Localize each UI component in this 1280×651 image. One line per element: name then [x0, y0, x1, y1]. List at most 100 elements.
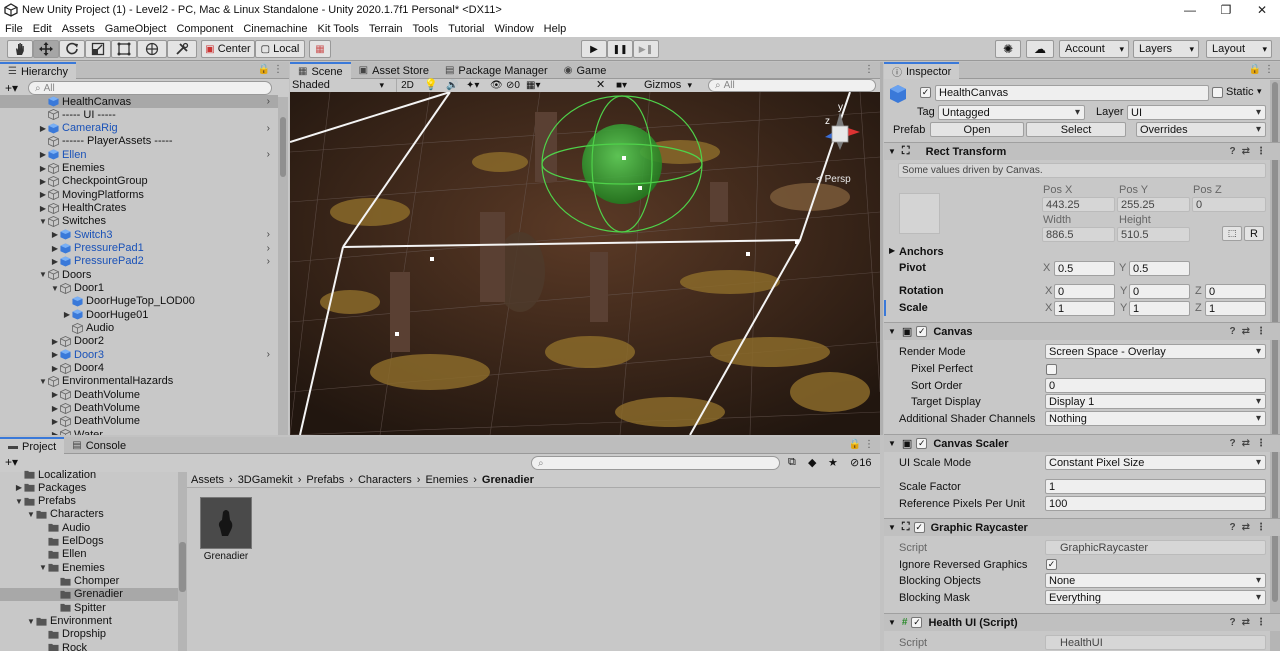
project-search-input[interactable]: ⌕ — [531, 456, 780, 470]
expand-right-icon[interactable]: ▶ — [38, 124, 48, 133]
menu-assets[interactable]: Assets — [57, 23, 100, 35]
hierarchy-scroll-thumb[interactable] — [280, 117, 286, 177]
hierarchy-item[interactable]: ▶ DeathVolume — [0, 402, 278, 415]
scene-search-input[interactable]: ⌕ All — [708, 79, 876, 92]
project-folder-item[interactable]: Chomper — [0, 575, 178, 588]
inspector-scrollbar[interactable] — [1270, 80, 1280, 651]
scene-viewport[interactable]: y z < Persp — [290, 92, 880, 435]
cloud-button[interactable]: ☁ — [1026, 40, 1054, 58]
project-folder-item[interactable]: ▶ Packages — [0, 481, 178, 494]
hierarchy-item[interactable]: DoorHugeTop_LOD00 — [0, 295, 278, 308]
project-folder-item[interactable]: ▼ Environment — [0, 615, 178, 628]
expand-right-icon[interactable]: ▶ — [50, 257, 60, 266]
render-mode-dropdown[interactable]: Screen Space - Overlay — [1045, 344, 1266, 359]
posz-field[interactable]: 0 — [1192, 197, 1266, 212]
breadcrumb-3dgamekit[interactable]: 3DGamekit — [238, 474, 293, 486]
project-folder-item[interactable]: ▼ Prefabs — [0, 495, 178, 508]
expand-right-icon[interactable]: ▶ — [38, 190, 48, 199]
hierarchy-search-input[interactable]: ⌕ All — [28, 81, 273, 95]
play-button[interactable]: ▶ — [581, 40, 607, 58]
rect-tool-button[interactable] — [111, 40, 137, 58]
raycaster-script-field[interactable]: GraphicRaycaster — [1045, 540, 1266, 555]
blocking-mask-dropdown[interactable]: Everything — [1045, 590, 1266, 605]
ref-ppu-field[interactable]: 100 — [1045, 496, 1266, 511]
health-ui-script-field[interactable]: HealthUI — [1045, 635, 1266, 650]
project-folder-item[interactable]: Ellen — [0, 548, 178, 561]
health-ui-enabled-checkbox[interactable]: ✓ — [911, 617, 923, 628]
raycaster-enabled-checkbox[interactable]: ✓ — [913, 522, 925, 533]
target-display-dropdown[interactable]: Display 1 — [1045, 394, 1266, 409]
project-folder-item[interactable]: ▼ Enemies — [0, 561, 178, 574]
expand-right-icon[interactable]: ▶ — [38, 150, 48, 159]
panel-menu-icon[interactable]: ⋮ — [864, 64, 874, 75]
close-button[interactable]: ✕ — [1244, 0, 1280, 20]
hierarchy-item[interactable]: ▶ DeathVolume — [0, 415, 278, 428]
favorites-icon[interactable]: ★ — [828, 456, 838, 469]
prefab-overrides-dropdown[interactable]: Overrides — [1136, 122, 1266, 137]
expand-right-icon[interactable]: ▶ — [50, 244, 60, 253]
scale-x-field[interactable]: 1 — [1054, 301, 1115, 316]
tag-dropdown[interactable]: Untagged — [938, 105, 1085, 120]
expand-right-icon[interactable]: ▶ — [50, 337, 60, 346]
tab-console[interactable]: ▤ Console — [64, 437, 134, 454]
breadcrumb-characters[interactable]: Characters — [358, 474, 412, 486]
account-dropdown[interactable]: Account ▾ — [1059, 40, 1129, 58]
persp-label[interactable]: < Persp — [816, 174, 851, 185]
open-prefab-chevron-icon[interactable]: › — [267, 243, 270, 254]
ui-scale-mode-dropdown[interactable]: Constant Pixel Size — [1045, 455, 1266, 470]
tab-asset-store[interactable]: ▣ Asset Store — [351, 62, 437, 79]
hierarchy-item[interactable]: ▶ PressurePad2 › — [0, 255, 278, 268]
scale-y-field[interactable]: 1 — [1129, 301, 1190, 316]
2d-toggle[interactable]: 2D — [396, 79, 418, 92]
asset-label-grenadier[interactable]: Grenadier — [196, 551, 256, 562]
menu-tutorial[interactable]: Tutorial — [443, 23, 489, 35]
raw-edit-button[interactable]: R — [1244, 226, 1264, 241]
hidden-packages-toggle[interactable]: ⊘16 — [850, 456, 871, 469]
breadcrumb-grenadier[interactable]: Grenadier — [482, 474, 534, 486]
static-checkbox[interactable] — [1212, 87, 1223, 98]
scale-tool-button[interactable] — [85, 40, 111, 58]
project-folder-item[interactable]: Dropship — [0, 628, 178, 641]
hierarchy-item[interactable]: ▶ DeathVolume — [0, 388, 278, 401]
posy-field[interactable]: 255.25 — [1117, 197, 1190, 212]
layer-dropdown[interactable]: UI — [1127, 105, 1266, 120]
add-object-button[interactable]: +▾ — [5, 81, 18, 95]
gizmos-dropdown[interactable]: Gizmos ▾ — [644, 79, 694, 92]
step-button[interactable]: ▶❚ — [633, 40, 659, 58]
open-prefab-chevron-icon[interactable]: › — [267, 149, 270, 160]
component-menu-icons[interactable]: ?⇄⋮ — [1230, 522, 1273, 533]
panel-menu-icon[interactable]: 🔒 ⋮ — [1249, 64, 1274, 75]
camera-dropdown-icon[interactable]: ■▾ — [616, 79, 627, 92]
move-tool-button[interactable] — [33, 40, 59, 58]
expand-right-icon[interactable]: ▶ — [50, 390, 60, 399]
project-folder-item[interactable]: Spitter — [0, 601, 178, 614]
tab-package-manager[interactable]: ▤ Package Manager — [437, 62, 556, 79]
expand-down-icon[interactable]: ▼ — [26, 617, 36, 626]
rect-transform-header[interactable]: ▼ ⛶ Rect Transform ?⇄⋮ — [884, 142, 1280, 160]
open-prefab-chevron-icon[interactable]: › — [267, 256, 270, 267]
panel-menu-icon[interactable]: 🔒 ⋮ — [849, 439, 874, 450]
rotation-z-field[interactable]: 0 — [1205, 284, 1266, 299]
menu-help[interactable]: Help — [539, 23, 572, 35]
grid-dropdown-icon[interactable]: ▦▾ — [526, 79, 540, 92]
services-button[interactable]: ✺ — [995, 40, 1021, 58]
anchor-presets-button[interactable] — [899, 193, 940, 234]
hierarchy-item[interactable]: ▶ Water — [0, 428, 278, 435]
tab-inspector[interactable]: ⓘ Inspector — [884, 62, 960, 79]
hierarchy-item[interactable]: ▶ HealthCrates — [0, 202, 278, 215]
canvas-scaler-header[interactable]: ▼ ▣ ✓ Canvas Scaler ?⇄⋮ — [884, 434, 1280, 452]
hierarchy-item[interactable]: ▶ Door4 — [0, 362, 278, 375]
menu-gameobject[interactable]: GameObject — [100, 23, 172, 35]
hierarchy-item[interactable]: ▼ Door1 — [0, 282, 278, 295]
menu-tools[interactable]: Tools — [408, 23, 444, 35]
expand-right-icon[interactable]: ▶ — [50, 404, 60, 413]
open-prefab-chevron-icon[interactable]: › — [267, 123, 270, 134]
expand-right-icon[interactable]: ▶ — [50, 430, 60, 435]
hierarchy-item[interactable]: ▶ MovingPlatforms — [0, 188, 278, 201]
hierarchy-item[interactable]: ▶ Switch3 › — [0, 228, 278, 241]
blocking-objects-dropdown[interactable]: None — [1045, 573, 1266, 588]
pivot-x-field[interactable]: 0.5 — [1054, 261, 1115, 276]
posx-field[interactable]: 443.25 — [1042, 197, 1115, 212]
project-tree-scroll-thumb[interactable] — [179, 542, 186, 592]
hierarchy-item[interactable]: ▶ Door3 › — [0, 348, 278, 361]
